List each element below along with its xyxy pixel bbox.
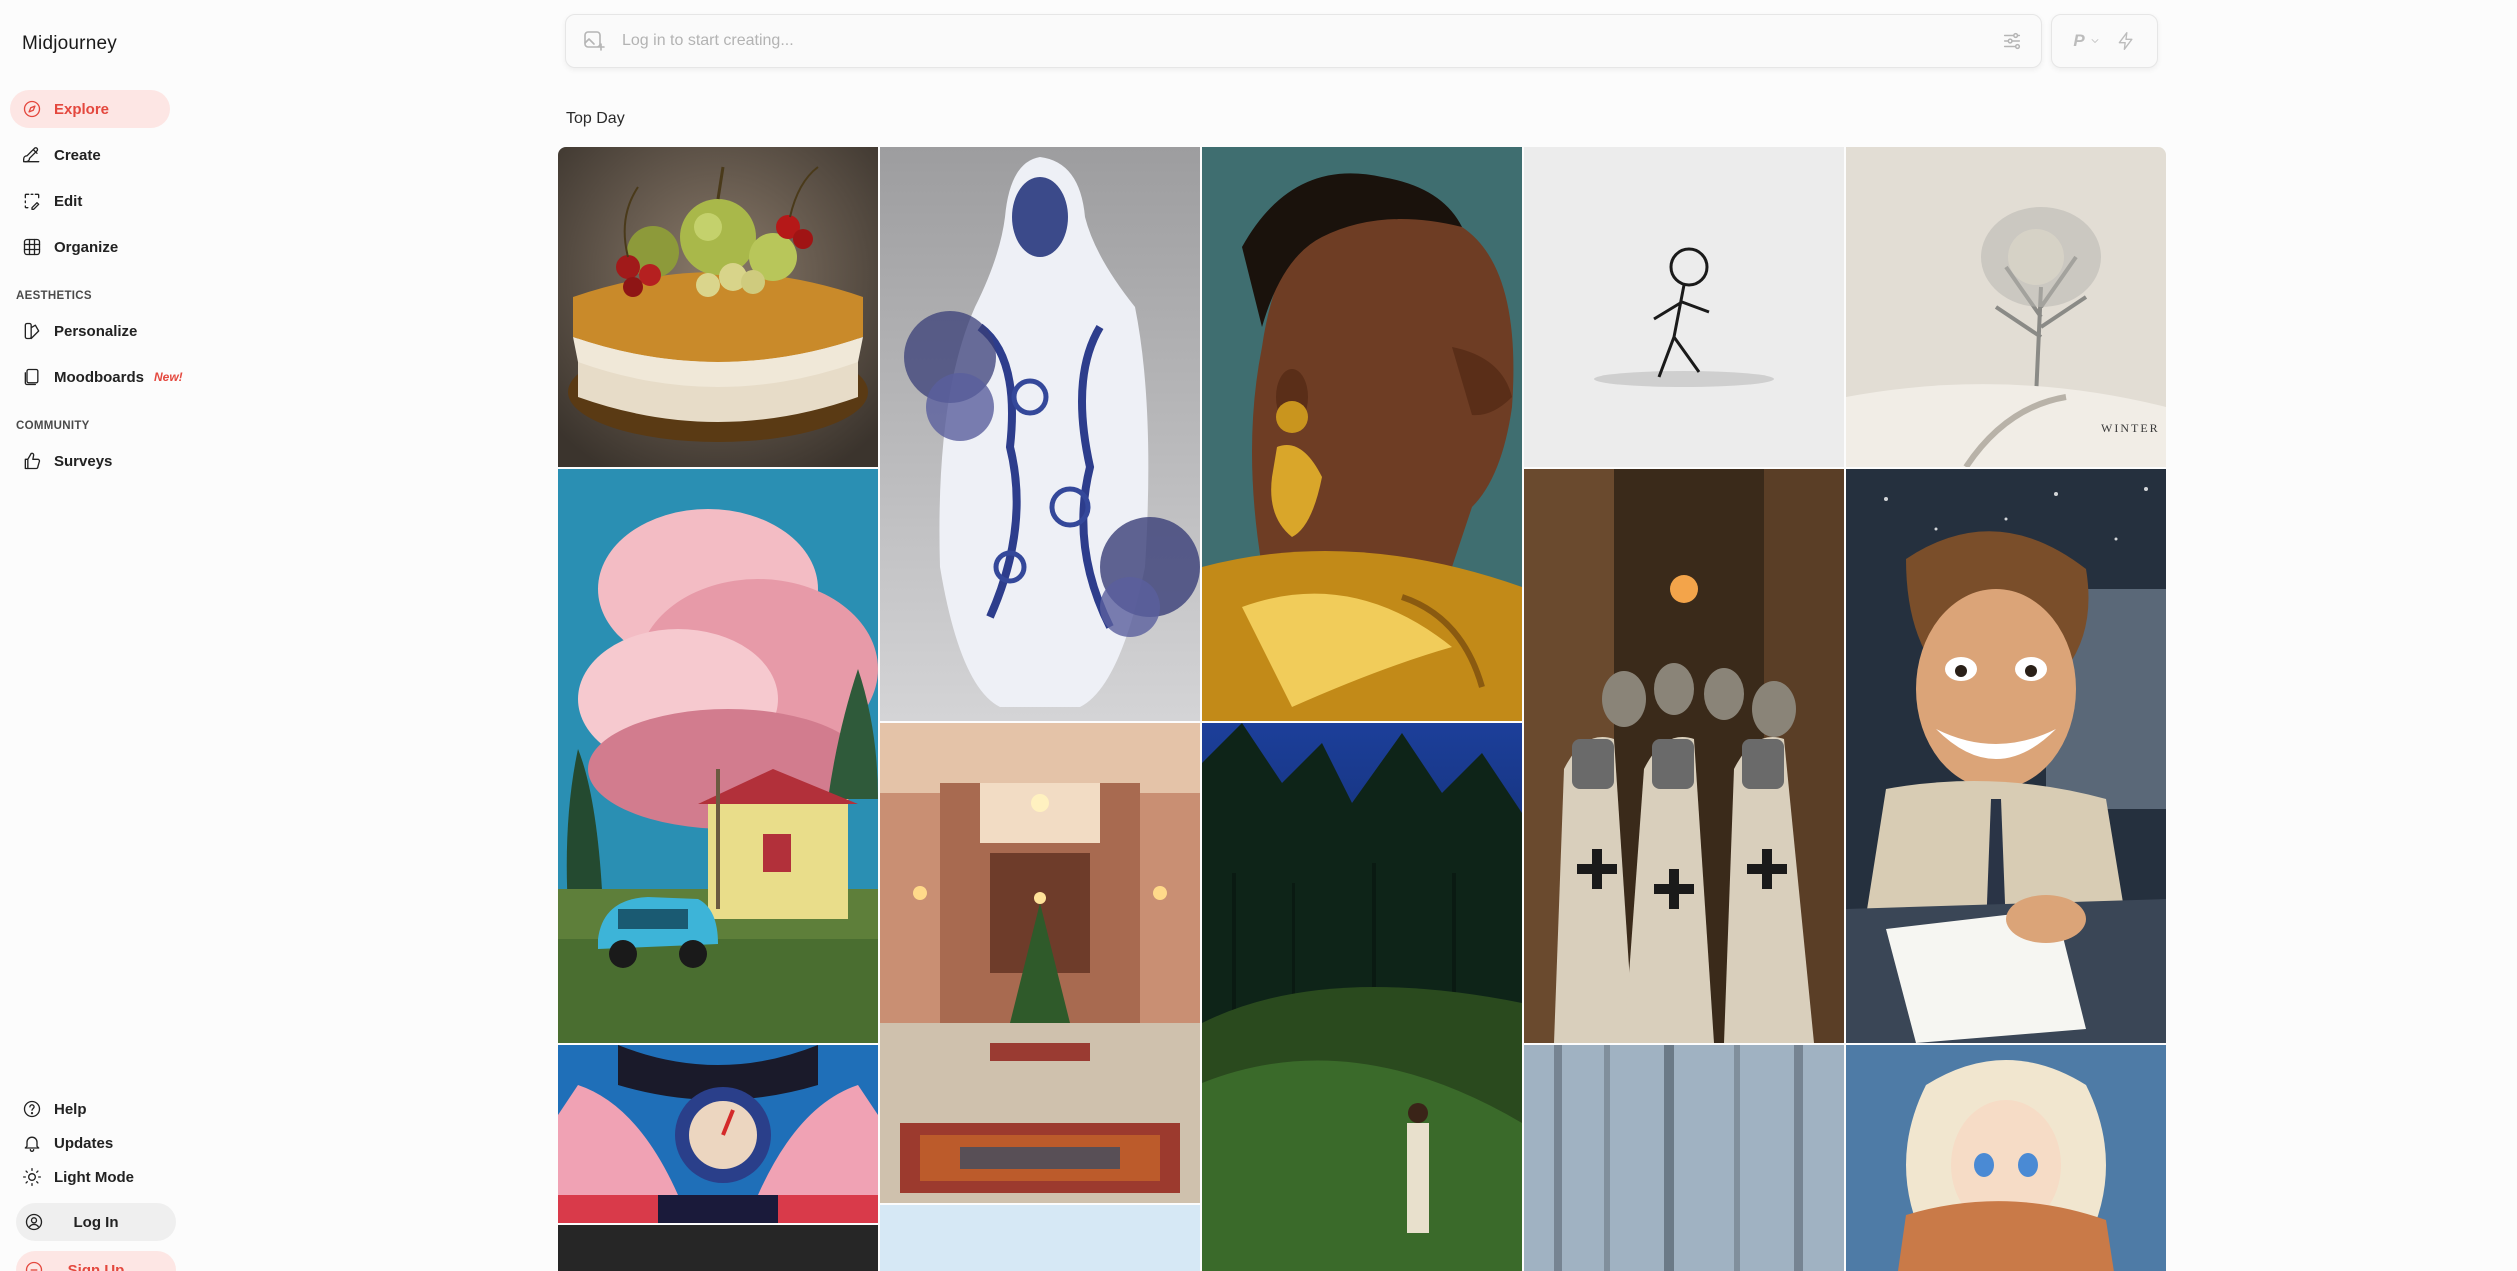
- misty-forest-image[interactable]: [1524, 1045, 1844, 1271]
- hotel-lobby-image[interactable]: [880, 723, 1200, 1203]
- edit-image-icon: [22, 191, 42, 211]
- sun-icon: [22, 1167, 42, 1187]
- knights-crowd-image[interactable]: [1524, 469, 1844, 1043]
- night-forest-figure-image[interactable]: [1202, 723, 1522, 1271]
- login-button[interactable]: Log In: [16, 1203, 176, 1241]
- personalize-icon: [22, 321, 42, 341]
- sidebar-item-personalize[interactable]: Personalize: [10, 312, 170, 350]
- signup-icon: [24, 1260, 44, 1271]
- chevron-down-icon: [2089, 35, 2101, 47]
- brand-logo[interactable]: Midjourney: [22, 33, 117, 55]
- help-icon: [22, 1099, 42, 1119]
- stick-figure-image[interactable]: [1524, 147, 1844, 467]
- brush-icon: [22, 145, 42, 165]
- light-mode-label: Light Mode: [54, 1168, 134, 1186]
- user-circle-icon: [24, 1212, 44, 1232]
- aesthetics-section-label: AESTHETICS: [16, 290, 92, 302]
- fruit-tart-image[interactable]: [558, 147, 878, 467]
- moodboard-icon: [22, 367, 42, 387]
- sidebar-item-label: Moodboards: [54, 368, 144, 386]
- sidebar-item-label: Organize: [54, 238, 119, 256]
- signup-button[interactable]: Sign Up: [16, 1251, 176, 1271]
- winter-tree-image[interactable]: WINTER: [1846, 147, 2166, 467]
- sidebar-item-label: Explore: [54, 100, 110, 118]
- sidebar-item-explore[interactable]: Explore: [10, 90, 170, 128]
- prompt-bar: [565, 14, 2042, 68]
- mode-selector[interactable]: P: [2051, 14, 2158, 68]
- personalization-letter: P: [2073, 31, 2085, 50]
- sidebar-item-moodboards[interactable]: Moodboards New!: [10, 358, 190, 396]
- bell-icon: [22, 1133, 42, 1153]
- community-section-label: COMMUNITY: [16, 420, 90, 432]
- updates-link[interactable]: Updates: [10, 1127, 113, 1159]
- lightning-icon[interactable]: [2116, 31, 2136, 51]
- grid-icon: [22, 237, 42, 257]
- sidebar-item-create[interactable]: Create: [10, 136, 170, 174]
- add-image-icon[interactable]: [582, 29, 606, 53]
- sidebar: Midjourney Explore Create Edit Organize …: [0, 0, 190, 1271]
- clay-man-writing-image[interactable]: [1846, 469, 2166, 1043]
- sidebar-item-label: Create: [54, 146, 101, 164]
- section-title: Top Day: [566, 110, 625, 127]
- personalization-dropdown[interactable]: P: [2073, 31, 2100, 51]
- prompt-input[interactable]: [622, 32, 2001, 50]
- sky-tile-image[interactable]: [880, 1205, 1200, 1271]
- updates-label: Updates: [54, 1134, 114, 1152]
- login-label: Log In: [73, 1213, 119, 1231]
- compass-icon: [22, 99, 42, 119]
- sidebar-item-surveys[interactable]: Surveys: [10, 442, 170, 480]
- settings-sliders-icon[interactable]: [2001, 30, 2023, 52]
- white-hair-girl-image[interactable]: [1846, 1045, 2166, 1271]
- thumbs-up-icon: [22, 451, 42, 471]
- sidebar-item-label: Edit: [54, 192, 83, 210]
- image-gallery: WINTER: [558, 147, 2166, 1271]
- dark-tile-image[interactable]: [558, 1225, 878, 1271]
- new-badge: New!: [154, 370, 183, 384]
- gold-earring-portrait-image[interactable]: [1202, 147, 1522, 721]
- anime-hands-image[interactable]: [558, 1045, 878, 1223]
- porcelain-figure-image[interactable]: [880, 147, 1200, 721]
- help-link[interactable]: Help: [10, 1093, 87, 1125]
- winter-caption: WINTER: [2101, 421, 2160, 435]
- help-label: Help: [54, 1100, 87, 1118]
- sidebar-item-edit[interactable]: Edit: [10, 182, 170, 220]
- pink-clouds-car-image[interactable]: [558, 469, 878, 1043]
- sidebar-item-label: Surveys: [54, 452, 113, 470]
- sidebar-item-label: Personalize: [54, 322, 138, 340]
- sidebar-item-organize[interactable]: Organize: [10, 228, 170, 266]
- signup-label: Sign Up: [67, 1261, 125, 1271]
- light-mode-toggle[interactable]: Light Mode: [10, 1161, 134, 1193]
